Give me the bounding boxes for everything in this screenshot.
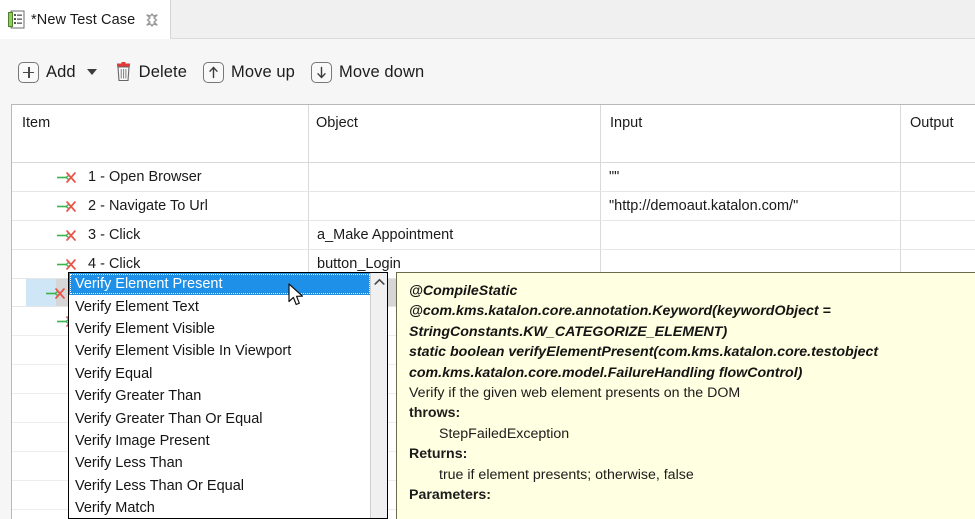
tooltip-signature-line: @CompileStatic: [409, 283, 518, 299]
tooltip-signature-line: @com.kms.katalon.core.annotation.Keyword…: [409, 303, 831, 320]
table-header-row: Item Object Input Output: [12, 105, 975, 163]
cell-output: [901, 163, 975, 191]
arrow-down-icon: [310, 61, 332, 83]
dropdown-scrollbar[interactable]: [370, 273, 387, 518]
move-down-button-label: Move down: [338, 62, 425, 81]
table-row[interactable]: 2 - Navigate To Url "http://demoaut.katal…: [12, 192, 975, 221]
cell-input: "http://demoaut.katalon.com/": [609, 198, 799, 214]
arrow-up-icon: [202, 61, 224, 83]
disabled-step-icon: [56, 200, 77, 213]
dropdown-item[interactable]: Verify Element Text: [69, 295, 371, 317]
editor-toolbar: Add Delete Move up Move down: [0, 39, 975, 107]
tooltip-throws-label: throws:: [409, 405, 461, 422]
move-up-button[interactable]: Move up: [202, 56, 295, 88]
delete-button[interactable]: Delete: [115, 56, 187, 88]
column-header-item[interactable]: Item: [22, 115, 50, 131]
dropdown-item[interactable]: Verify Less Than: [69, 452, 371, 474]
delete-button-label: Delete: [138, 62, 187, 81]
cell-item: 2 - Navigate To Url: [88, 198, 208, 214]
dropdown-item[interactable]: Verify Greater Than: [69, 385, 371, 407]
tooltip-returns-value: true if element presents; otherwise, fal…: [439, 466, 694, 483]
tooltip-throws-value: StepFailedException: [439, 425, 570, 442]
dropdown-item[interactable]: Verify Element Visible In Viewport: [69, 340, 371, 362]
trash-icon: [115, 62, 132, 82]
cell-output: [901, 192, 975, 220]
tooltip-parameters-label: Parameters:: [409, 487, 492, 504]
test-case-icon: [8, 10, 25, 29]
cell-object: [309, 163, 600, 191]
keyword-documentation-tooltip: @CompileStatic @com.kms.katalon.core.ann…: [396, 272, 975, 519]
move-down-button[interactable]: Move down: [310, 56, 425, 88]
dropdown-item[interactable]: Verify Less Than Or Equal: [69, 475, 371, 497]
katalon-test-case-editor: *New Test Case Add Delete Move up Move d…: [0, 0, 975, 519]
cell-item: 3 - Click: [88, 227, 141, 243]
tab-title: *New Test Case: [31, 11, 136, 28]
cell-input: "": [609, 169, 620, 185]
mouse-cursor: [288, 283, 306, 309]
cell-object: a_Make Appointment: [317, 227, 454, 243]
add-dropdown-chevron-down-icon[interactable]: [86, 69, 97, 75]
dropdown-item[interactable]: Verify Equal: [69, 363, 371, 385]
tab-new-test-case[interactable]: *New Test Case: [0, 0, 172, 39]
add-button[interactable]: Add: [18, 56, 76, 88]
disabled-step-icon: [45, 287, 66, 300]
tooltip-returns-label: Returns:: [409, 446, 468, 463]
cell-input: [601, 221, 900, 249]
dropdown-item[interactable]: Verify Image Present: [69, 430, 371, 452]
disabled-step-icon: [56, 229, 77, 242]
plus-circle-icon: [18, 61, 39, 83]
disabled-step-icon: [56, 258, 77, 271]
table-row[interactable]: 1 - Open Browser "": [12, 163, 975, 192]
table-row[interactable]: 3 - Click a_Make Appointment: [12, 221, 975, 250]
tooltip-signature-line: com.kms.katalon.core.model.FailureHandli…: [409, 364, 803, 381]
close-icon[interactable]: [144, 12, 160, 28]
dropdown-item[interactable]: Verify Greater Than Or Equal: [69, 407, 371, 429]
tooltip-signature-line: StringConstants.KW_CATEGORIZE_ELEMENT): [409, 323, 728, 340]
cell-object: [309, 192, 600, 220]
column-header-output[interactable]: Output: [910, 115, 954, 131]
column-header-object[interactable]: Object: [316, 115, 358, 131]
chevron-up-icon[interactable]: [371, 273, 387, 290]
tooltip-description: Verify if the given web element presents…: [409, 385, 741, 402]
keyword-dropdown-list[interactable]: Verify Element Present Verify Element Tex…: [68, 272, 388, 519]
add-button-label: Add: [46, 62, 76, 81]
cell-item: 1 - Open Browser: [88, 169, 202, 185]
column-header-input[interactable]: Input: [610, 115, 642, 131]
dropdown-item[interactable]: Verify Match: [69, 497, 371, 518]
editor-tab-strip: *New Test Case: [0, 0, 975, 39]
move-up-button-label: Move up: [230, 62, 295, 81]
tooltip-signature-line: static boolean verifyElementPresent(com.…: [409, 344, 879, 361]
table-body: 1 - Open Browser "" 2 - Navigate To Url "h…: [12, 163, 975, 279]
dropdown-item[interactable]: Verify Element Visible: [69, 318, 371, 340]
cell-output: [901, 221, 975, 249]
dropdown-item[interactable]: Verify Element Present: [69, 273, 371, 296]
disabled-step-icon: [56, 171, 77, 184]
